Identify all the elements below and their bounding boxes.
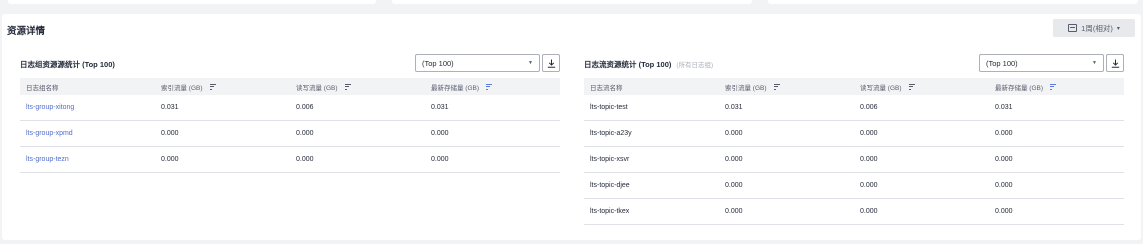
left-download-button[interactable]	[542, 54, 560, 72]
right-select-value: (Top 100)	[986, 58, 1018, 68]
table-header: 日志流名称 索引流量 (GB) 读写流量 (GB) 最新存储量 (GB)	[584, 78, 1124, 95]
rw-traffic-cell: 0.000	[296, 130, 314, 137]
chevron-down-icon: ▼	[528, 60, 533, 66]
top-cards-strip	[0, 0, 1143, 6]
log-stream-name: lts-topic-tkex	[590, 208, 630, 215]
storage-cell: 0.031	[431, 104, 449, 111]
index-traffic-cell: 0.000	[161, 130, 179, 137]
table-row: lts-topic-xsvr 0.000 0.000 0.000	[584, 147, 1124, 173]
column-header[interactable]: 索引流量 (GB)	[719, 82, 854, 92]
storage-cell: 0.000	[995, 182, 1013, 189]
log-group-table: 日志组名称 索引流量 (GB) 读写流量 (GB) 最新存储量 (GB) lts…	[20, 78, 560, 173]
index-traffic-cell: 0.000	[161, 156, 179, 163]
index-traffic-cell: 0.000	[725, 182, 743, 189]
top-card-left	[8, 0, 376, 4]
column-header: 日志组名称	[26, 84, 59, 92]
index-traffic-cell: 0.031	[161, 104, 179, 111]
storage-cell: 0.000	[431, 156, 449, 163]
index-traffic-cell: 0.000	[725, 156, 743, 163]
chevron-down-icon: ▾	[1116, 25, 1120, 32]
section-title: 资源详情	[7, 26, 46, 37]
log-stream-panel: 日志流资源统计 (Top 100) (所有日志组) (Top 100) ▼ 日志流…	[584, 54, 1124, 234]
table-row: lts-topic-a23y 0.000 0.000 0.000	[584, 121, 1124, 147]
log-group-panel: 日志组资源源统计 (Top 100) (Top 100) ▼ 日志组名称 索引流…	[20, 54, 560, 234]
rw-traffic-cell: 0.000	[860, 130, 878, 137]
sort-icon[interactable]	[907, 83, 915, 90]
log-group-link[interactable]: lts-group-xitong	[20, 104, 155, 111]
column-header[interactable]: 读写流量 (GB)	[290, 82, 425, 92]
rw-traffic-cell: 0.006	[296, 104, 314, 111]
rw-traffic-cell: 0.000	[860, 182, 878, 189]
storage-cell: 0.000	[995, 156, 1013, 163]
column-header[interactable]: 读写流量 (GB)	[854, 82, 989, 92]
download-icon	[547, 59, 555, 68]
table-row: lts-topic-tkex 0.000 0.000 0.000	[584, 199, 1124, 225]
left-select-value: (Top 100)	[422, 58, 454, 68]
rw-traffic-cell: 0.000	[296, 156, 314, 163]
table-row: lts-group-tezn 0.000 0.000 0.000	[20, 147, 560, 173]
index-traffic-cell: 0.031	[725, 104, 743, 111]
column-header[interactable]: 索引流量 (GB)	[155, 82, 290, 92]
log-stream-name: lts-topic-test	[590, 104, 628, 111]
sort-icon[interactable]	[772, 83, 780, 90]
rw-traffic-cell: 0.000	[860, 156, 878, 163]
sort-icon[interactable]	[343, 83, 351, 90]
storage-cell: 0.000	[431, 130, 449, 137]
column-header[interactable]: 最新存储量 (GB)	[425, 82, 560, 92]
sort-icon[interactable]	[208, 83, 216, 90]
table-row: lts-topic-djee 0.000 0.000 0.000	[584, 173, 1124, 199]
top-card-right	[768, 0, 1138, 4]
log-stream-panel-title: 日志流资源统计 (Top 100) (所有日志组)	[584, 60, 714, 69]
storage-cell: 0.000	[995, 208, 1013, 215]
sort-icon[interactable]	[1048, 83, 1057, 90]
panel-subtitle: (所有日志组)	[676, 62, 714, 69]
log-stream-name: lts-topic-xsvr	[590, 156, 630, 163]
chevron-down-icon: ▼	[1092, 60, 1097, 66]
log-group-panel-title: 日志组资源源统计 (Top 100)	[20, 60, 115, 69]
resource-details-section: 资源详情 1周(相对) ▾ 日志组资源源统计 (Top 100) (Top 10…	[2, 14, 1141, 240]
calendar-icon	[1068, 24, 1078, 32]
rw-traffic-cell: 0.006	[860, 104, 878, 111]
log-stream-name: lts-topic-a23y	[590, 130, 632, 137]
storage-cell: 0.000	[995, 130, 1013, 137]
period-label: 1周(相对)	[1081, 23, 1113, 33]
right-top-select[interactable]: (Top 100) ▼	[979, 54, 1104, 72]
table-row: lts-topic-test 0.031 0.006 0.031	[584, 95, 1124, 121]
rw-traffic-cell: 0.000	[860, 208, 878, 215]
log-stream-table: 日志流名称 索引流量 (GB) 读写流量 (GB) 最新存储量 (GB) lts…	[584, 78, 1124, 225]
table-header: 日志组名称 索引流量 (GB) 读写流量 (GB) 最新存储量 (GB)	[20, 78, 560, 95]
top-card-middle	[392, 0, 752, 4]
table-row: lts-group-xpmd 0.000 0.000 0.000	[20, 121, 560, 147]
log-group-link[interactable]: lts-group-xpmd	[20, 130, 155, 137]
right-download-button[interactable]	[1106, 54, 1124, 72]
storage-cell: 0.031	[995, 104, 1013, 111]
column-header: 日志流名称	[590, 84, 623, 92]
period-selector-button[interactable]: 1周(相对) ▾	[1053, 19, 1135, 37]
log-group-link[interactable]: lts-group-tezn	[20, 156, 155, 163]
index-traffic-cell: 0.000	[725, 130, 743, 137]
download-icon	[1111, 59, 1119, 68]
table-row: lts-group-xitong 0.031 0.006 0.031	[20, 95, 560, 121]
sort-icon[interactable]	[484, 83, 493, 90]
column-header[interactable]: 最新存储量 (GB)	[989, 82, 1124, 92]
log-stream-name: lts-topic-djee	[590, 182, 630, 189]
index-traffic-cell: 0.000	[725, 208, 743, 215]
left-top-select[interactable]: (Top 100) ▼	[415, 54, 540, 72]
